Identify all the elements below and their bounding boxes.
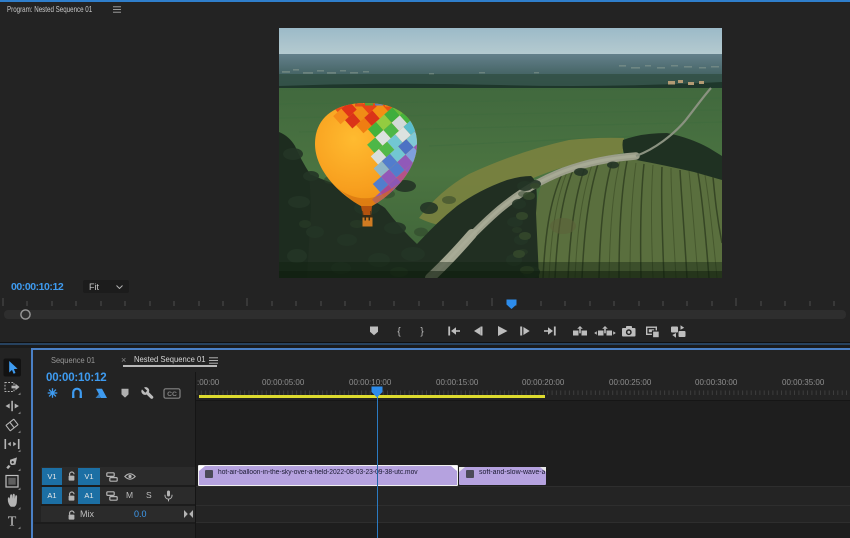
svg-text:T: T bbox=[8, 515, 17, 530]
svg-text:{: { bbox=[397, 327, 401, 338]
svg-text:CC: CC bbox=[167, 391, 177, 398]
svg-text:}: } bbox=[420, 327, 424, 338]
